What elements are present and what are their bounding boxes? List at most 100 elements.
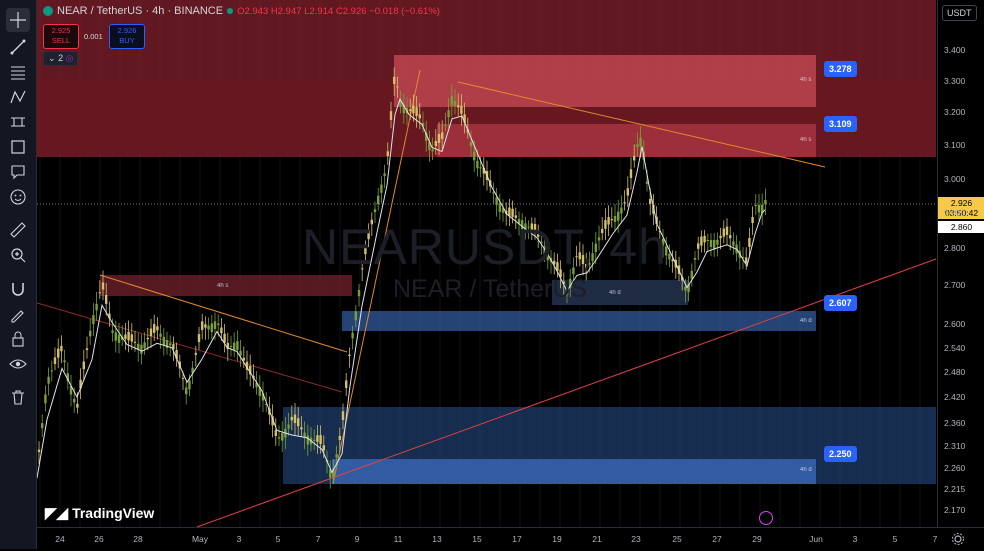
candle-body (511, 208, 514, 217)
candle-body (441, 132, 444, 140)
name-watermark: NEAR / TetherUS (393, 275, 588, 303)
candle-body (169, 343, 172, 346)
candle-body (508, 207, 511, 216)
candle-body (719, 235, 722, 239)
price-tick-label: 3.100 (944, 140, 966, 150)
candle-body (693, 258, 697, 260)
current-price: 2.926 (950, 198, 973, 208)
candle-body (645, 181, 649, 184)
emoji-icon[interactable] (6, 185, 30, 209)
price-tick-label: 3.300 (944, 76, 966, 86)
candle-body (706, 240, 709, 241)
candle-body (73, 398, 76, 403)
candle-body (82, 361, 85, 370)
trendline-icon[interactable] (6, 35, 30, 59)
eye-icon[interactable] (6, 352, 30, 376)
magnet-icon[interactable] (6, 277, 30, 301)
symbol-legend[interactable]: NEAR / TetherUS · 4h · BINANCE O2.943 H2… (43, 5, 440, 17)
candle-body (57, 348, 60, 358)
callout-3278[interactable]: 3.278 (824, 61, 857, 77)
callout-3109[interactable]: 3.109 (824, 116, 857, 132)
candle-body (277, 437, 281, 439)
candle-body (130, 334, 133, 342)
candle-body (697, 243, 700, 249)
candle-body (156, 326, 159, 331)
candle-body (620, 207, 623, 214)
time-tick-label: 23 (631, 534, 641, 544)
candle-body (127, 331, 130, 341)
candle-body (716, 239, 719, 245)
candle-body (722, 228, 725, 237)
time-tick-label: 15 (472, 534, 482, 544)
candle-body (437, 134, 441, 143)
candle-body (47, 376, 50, 384)
zone-tag: 4h s (800, 77, 812, 83)
candle-body (345, 380, 348, 388)
candle-body (85, 348, 89, 350)
zoom-icon[interactable] (6, 243, 30, 267)
buy-button[interactable]: 2.926 BUY (109, 24, 145, 49)
ruler-icon[interactable] (6, 218, 30, 242)
candle-body (204, 324, 207, 328)
time-tick-label: Jun (809, 534, 823, 544)
price-tick-label: 2.170 (944, 505, 966, 515)
symbol-title[interactable]: NEAR / TetherUS · 4h · BINANCE (57, 5, 223, 17)
shapes-icon[interactable] (6, 135, 30, 159)
candle-body (181, 377, 185, 379)
candle-body (50, 370, 53, 372)
currency-selector[interactable]: USDT (942, 5, 977, 21)
ohlc-values: O2.943 H2.947 L2.914 C2.926 −0.018 (−0.6… (237, 6, 440, 17)
callout-2250[interactable]: 2.250 (824, 446, 857, 462)
candle-body (98, 292, 101, 294)
measure-icon[interactable] (6, 110, 30, 134)
symbol-watermark: NEARUSDT, 4h (302, 219, 667, 275)
price-tick-label: 2.360 (944, 418, 966, 428)
candle-body (709, 240, 713, 247)
tradingview-logo[interactable]: ◤◢ TradingView (45, 504, 154, 522)
time-tick-label: 11 (393, 534, 403, 544)
time-axis[interactable]: 24 26 28 May 3 5 7 9 11 13 15 17 19 21 23 25 27 29 Jun 3 5 7 (37, 527, 984, 550)
candle-body (188, 380, 191, 390)
candle-body (396, 86, 399, 88)
flash-icon[interactable] (759, 511, 773, 525)
chevron-down-icon: ⌄ (48, 53, 56, 63)
chart-pane[interactable]: NEARUSDT, 4h NEAR / TetherUS NEAR / Teth… (37, 0, 936, 527)
candle-body (633, 156, 636, 161)
candle-body (444, 124, 447, 126)
crosshair-icon[interactable] (6, 8, 30, 32)
fib-icon[interactable] (6, 60, 30, 84)
candle-body (393, 76, 396, 84)
callout-2607[interactable]: 2.607 (824, 295, 857, 311)
price-tick-label: 3.200 (944, 107, 966, 117)
candle-body (354, 311, 357, 321)
indicators-toggle[interactable]: ⌄ 2 ◎ (43, 51, 79, 66)
lock-draw-icon[interactable] (6, 302, 30, 326)
text-icon[interactable] (6, 160, 30, 184)
candle-body (377, 195, 380, 205)
close-value: C2.926 (335, 5, 367, 17)
candle-body (319, 435, 322, 445)
candle-body (95, 303, 98, 311)
price-axis[interactable]: USDT 2.926 03:50:42 2.860 3.400 3.300 3.20… (937, 0, 984, 527)
lock-icon[interactable] (6, 327, 30, 351)
pattern-icon[interactable] (6, 85, 30, 109)
candle-body (316, 435, 319, 442)
drawing-toolbar (0, 0, 37, 549)
sell-button[interactable]: 2.925 SELL (43, 24, 79, 49)
candle-body (313, 439, 316, 441)
time-tick-label: 27 (712, 534, 722, 544)
candle-body (473, 151, 476, 161)
tradingview-brand: TradingView (72, 505, 155, 521)
symbol-logo-icon (43, 6, 53, 16)
trash-icon[interactable] (6, 385, 30, 409)
supply-zone-3278 (394, 55, 816, 107)
tradingview-logo-icon: ◤◢ (45, 505, 69, 522)
candle-body (281, 433, 284, 441)
candle-body (431, 149, 434, 152)
settings-gear-icon[interactable] (951, 532, 965, 546)
candle-body (732, 241, 735, 246)
demand-zone-2250 (332, 459, 816, 484)
zone-tag: 4h d (800, 318, 812, 324)
time-tick-label: 17 (512, 534, 522, 544)
zone-tag: 4h d (800, 467, 812, 473)
